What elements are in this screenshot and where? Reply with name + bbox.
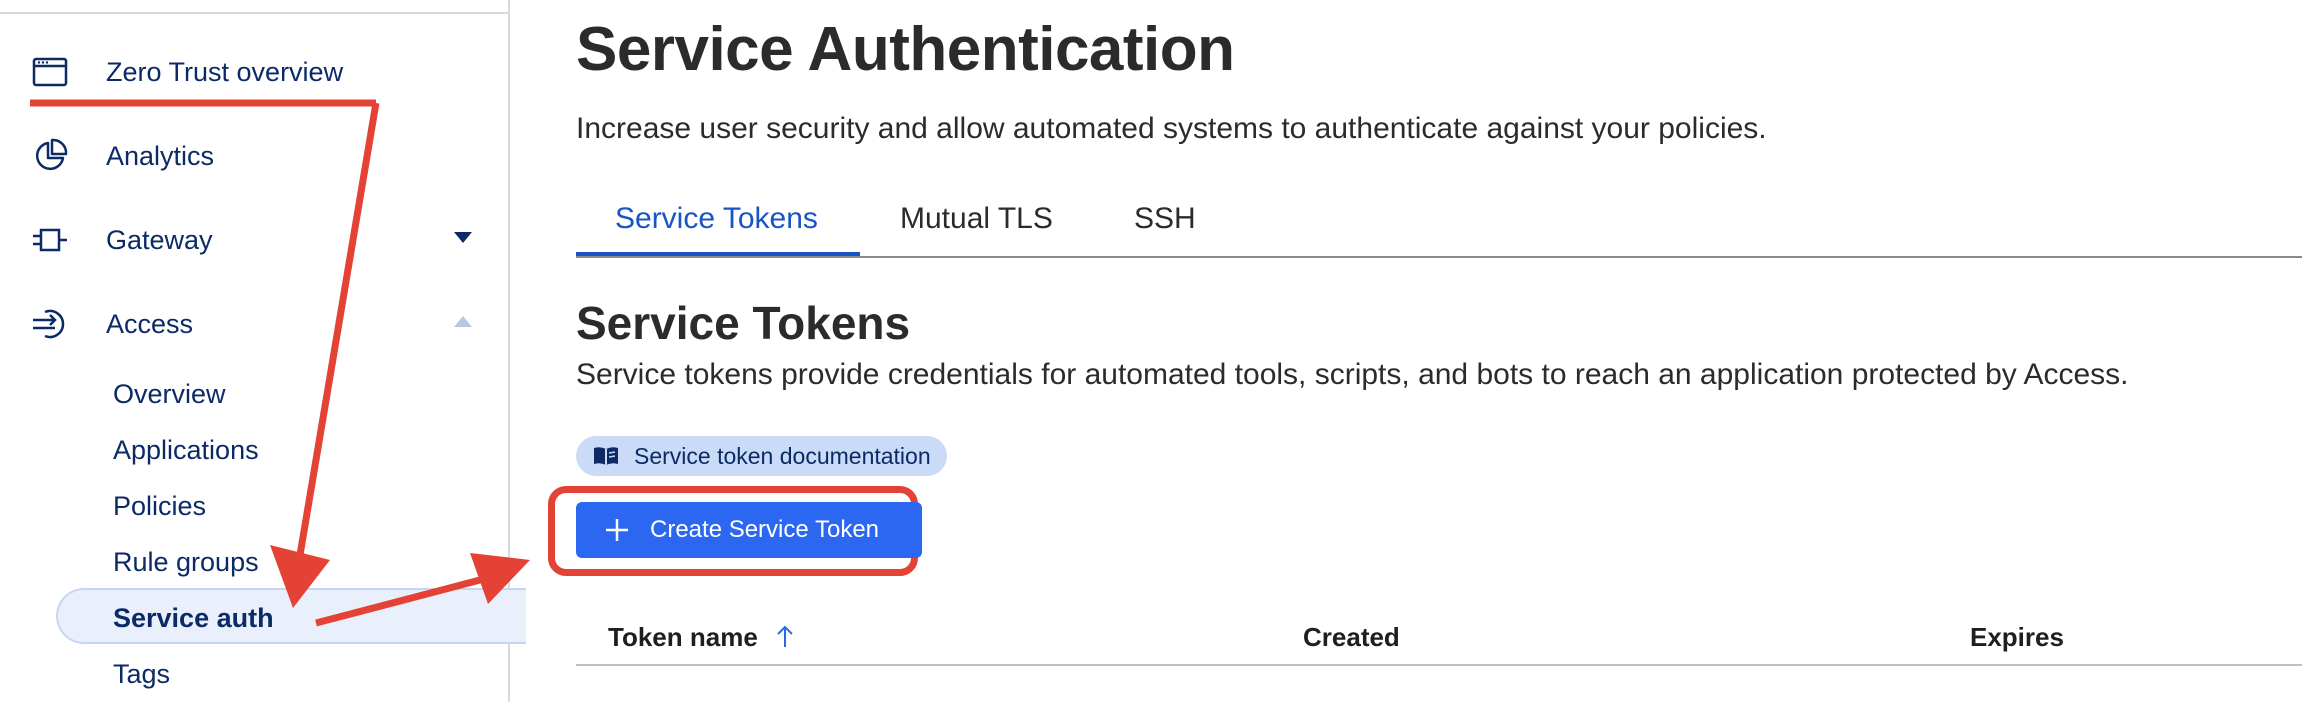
- sidebar-top-divider: [0, 12, 510, 14]
- plus-icon: [604, 517, 630, 543]
- column-header-label: Token name: [608, 622, 758, 652]
- sidebar-subitem-service-auth[interactable]: Service auth: [113, 596, 274, 640]
- documentation-link-label: Service token documentation: [634, 442, 931, 469]
- sidebar: Zero Trust overview Analytics Gateway Ac…: [0, 0, 526, 702]
- tab-bar: Service Tokens Mutual TLS SSH: [576, 196, 2302, 258]
- tab-ssh[interactable]: SSH: [1134, 202, 1196, 256]
- chevron-up-icon[interactable]: [454, 316, 472, 327]
- sidebar-subitem-rule-groups[interactable]: Rule groups: [113, 540, 259, 584]
- page-subtitle: Increase user security and allow automat…: [576, 112, 1767, 145]
- sidebar-item-gateway[interactable]: Gateway: [30, 210, 490, 270]
- sidebar-item-label: Access: [106, 308, 194, 339]
- create-service-token-label: Create Service Token: [650, 516, 880, 543]
- column-header-token-name[interactable]: Token name: [608, 622, 795, 656]
- browser-window-icon: [30, 52, 70, 92]
- page-title: Service Authentication: [576, 15, 1235, 84]
- column-header-expires[interactable]: Expires: [1970, 622, 2064, 653]
- create-service-token-button[interactable]: Create Service Token: [576, 502, 922, 558]
- sidebar-item-label: Analytics: [106, 140, 215, 171]
- book-icon: [592, 445, 620, 467]
- active-tab-indicator: [576, 252, 860, 256]
- chevron-down-icon[interactable]: [454, 232, 472, 243]
- pie-chart-icon: [30, 136, 70, 176]
- sidebar-item-label: Zero Trust overview: [106, 56, 344, 87]
- sort-ascending-icon[interactable]: [775, 623, 795, 656]
- main-content: Service Authentication Increase user sec…: [548, 0, 2302, 702]
- sidebar-item-label: Gateway: [106, 224, 213, 255]
- tab-mutual-tls[interactable]: Mutual TLS: [900, 202, 1053, 256]
- sidebar-item-analytics[interactable]: Analytics: [30, 126, 490, 186]
- sidebar-item-zero-trust-overview[interactable]: Zero Trust overview: [30, 42, 490, 102]
- section-title: Service Tokens: [576, 297, 911, 349]
- sidebar-subitem-overview[interactable]: Overview: [113, 372, 226, 416]
- gateway-icon: [30, 220, 70, 260]
- documentation-link[interactable]: Service token documentation: [576, 436, 947, 476]
- access-icon: [30, 304, 70, 344]
- sidebar-subitem-tags[interactable]: Tags: [113, 652, 170, 696]
- sidebar-item-access[interactable]: Access: [30, 294, 490, 354]
- tab-service-tokens[interactable]: Service Tokens: [615, 202, 818, 256]
- sidebar-subitem-policies[interactable]: Policies: [113, 484, 206, 528]
- table-header: Token name Created Expires: [576, 612, 2302, 666]
- column-header-created[interactable]: Created: [1303, 622, 1400, 653]
- sidebar-subitem-applications[interactable]: Applications: [113, 428, 259, 472]
- section-description: Service tokens provide credentials for a…: [576, 358, 2129, 391]
